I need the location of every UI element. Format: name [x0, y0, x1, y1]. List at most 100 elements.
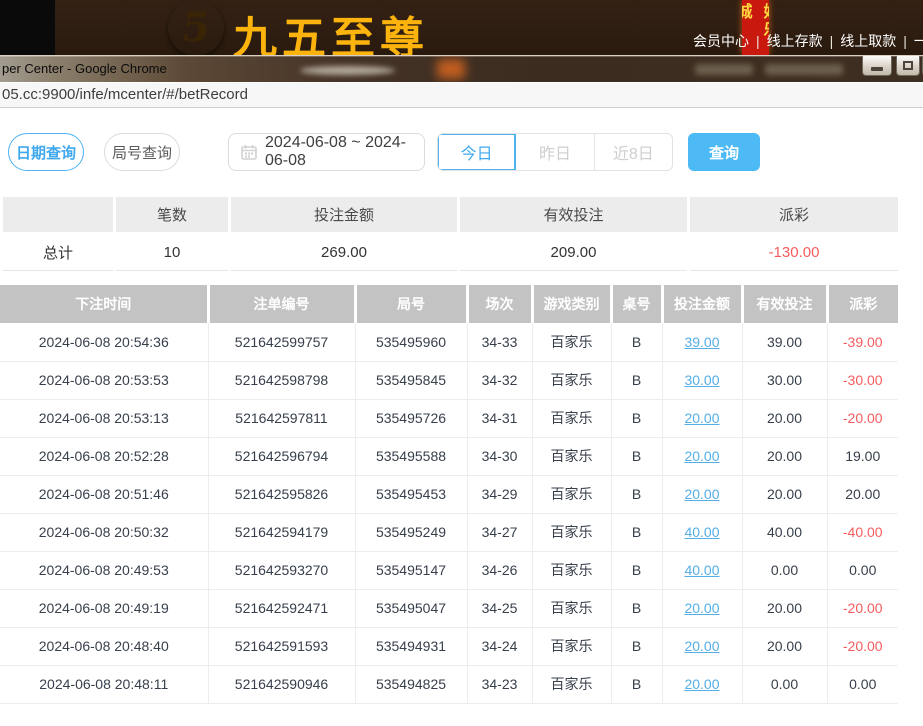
header-bet-amount: 投注金额 [662, 285, 742, 323]
cell-valid-bet: 0.00 [742, 551, 827, 589]
table-row: 2024-06-08 20:50:32 521642594179 5354952… [0, 513, 898, 551]
today-label: 今日 [461, 140, 493, 164]
cell-table-no: B [611, 627, 662, 665]
maximize-icon [903, 61, 913, 70]
nav-link[interactable]: 会员中心 [693, 33, 749, 49]
summary-header-payout: 派彩 [690, 197, 898, 232]
bet-amount-link[interactable]: 40.00 [684, 524, 719, 540]
bet-amount-link[interactable]: 30.00 [684, 372, 719, 388]
nav-link[interactable]: 线上取款 [840, 33, 896, 49]
cell-game-type: 百家乐 [532, 513, 611, 551]
cell-valid-bet: 20.00 [742, 475, 827, 513]
summary-header-row: 笔数 投注金额 有效投注 派彩 [3, 197, 898, 232]
table-row: 2024-06-08 20:53:13 521642597811 5354957… [0, 399, 898, 437]
today-button[interactable]: 今日 [438, 134, 516, 170]
nav-link[interactable]: 一键 [914, 33, 923, 49]
cell-session: 34-29 [467, 475, 532, 513]
cell-round-no: 535495147 [355, 551, 467, 589]
cell-bet-amount: 20.00 [662, 589, 742, 627]
cell-table-no: B [611, 399, 662, 437]
site-logo-text: 九五至尊 [233, 2, 429, 55]
address-bar[interactable]: 05.cc:9900/infe/mcenter/#/betRecord [0, 82, 923, 108]
cell-valid-bet: 40.00 [742, 513, 827, 551]
cell-round-no: 535495047 [355, 589, 467, 627]
bet-amount-link[interactable]: 20.00 [684, 410, 719, 426]
cell-round-no: 535494825 [355, 665, 467, 703]
cell-bet-time: 2024-06-08 20:54:36 [0, 323, 208, 361]
cell-bet-time: 2024-06-08 20:52:28 [0, 437, 208, 475]
bet-amount-link[interactable]: 20.00 [684, 638, 719, 654]
cell-payout: 0.00 [827, 665, 898, 703]
window-title: per Center - Google Chrome [2, 61, 167, 76]
redacted-account-info [695, 64, 753, 75]
date-range-picker[interactable]: 2024-06-08 ~ 2024-06-08 [228, 133, 425, 171]
yesterday-label: 昨日 [539, 140, 571, 164]
summary-count-value: 10 [116, 234, 228, 271]
cell-bet-time: 2024-06-08 20:49:53 [0, 551, 208, 589]
cell-session: 34-26 [467, 551, 532, 589]
bet-amount-link[interactable]: 20.00 [684, 600, 719, 616]
bet-amount-link[interactable]: 39.00 [684, 334, 719, 350]
summary-header-blank [3, 197, 113, 232]
header-table-no: 桌号 [611, 285, 662, 323]
bet-table-body: 2024-06-08 20:54:36 521642599757 5354959… [0, 323, 898, 703]
cell-bet-amount: 40.00 [662, 513, 742, 551]
bet-amount-link[interactable]: 40.00 [684, 562, 719, 578]
cell-session: 34-32 [467, 361, 532, 399]
maximize-button[interactable] [896, 56, 920, 76]
decorative-blob [437, 59, 465, 79]
cell-table-no: B [611, 551, 662, 589]
bet-amount-link[interactable]: 20.00 [684, 486, 719, 502]
cell-order-no: 521642594179 [208, 513, 355, 551]
cell-order-no: 521642591593 [208, 627, 355, 665]
cell-session: 34-30 [467, 437, 532, 475]
cell-table-no: B [611, 665, 662, 703]
cell-session: 34-27 [467, 513, 532, 551]
header-game-type: 游戏类别 [532, 285, 611, 323]
nav-link[interactable]: 线上存款 [767, 33, 823, 49]
table-row: 2024-06-08 20:49:53 521642593270 5354951… [0, 551, 898, 589]
date-query-label: 日期查询 [16, 142, 76, 163]
cell-game-type: 百家乐 [532, 399, 611, 437]
header-payout: 派彩 [827, 285, 898, 323]
last-8-days-button[interactable]: 近8日 [595, 134, 672, 170]
last-8-days-label: 近8日 [613, 140, 654, 164]
cell-payout: -20.00 [827, 399, 898, 437]
table-row: 2024-06-08 20:51:46 521642595826 5354954… [0, 475, 898, 513]
round-query-tab[interactable]: 局号查询 [104, 133, 180, 171]
summary-header-count: 笔数 [116, 197, 228, 232]
cell-bet-time: 2024-06-08 20:53:13 [0, 399, 208, 437]
search-button[interactable]: 查询 [688, 133, 760, 171]
cell-game-type: 百家乐 [532, 665, 611, 703]
round-query-label: 局号查询 [112, 142, 172, 163]
yesterday-button[interactable]: 昨日 [516, 134, 594, 170]
cell-bet-amount: 20.00 [662, 399, 742, 437]
cell-order-no: 521642598798 [208, 361, 355, 399]
cell-order-no: 521642592471 [208, 589, 355, 627]
cell-game-type: 百家乐 [532, 323, 611, 361]
bet-amount-link[interactable]: 20.00 [684, 448, 719, 464]
cell-table-no: B [611, 513, 662, 551]
cell-valid-bet: 20.00 [742, 437, 827, 475]
date-range-value: 2024-06-08 ~ 2024-06-08 [265, 134, 424, 170]
cell-table-no: B [611, 475, 662, 513]
cell-table-no: B [611, 589, 662, 627]
cell-bet-amount: 20.00 [662, 627, 742, 665]
cell-round-no: 535495588 [355, 437, 467, 475]
site-nav: 会员中心|线上存款|线上取款|一键 [693, 31, 923, 51]
bet-table-header-row: 下注时间 注单编号 局号 场次 游戏类别 桌号 投注金额 有效投注 派彩 [0, 285, 898, 323]
calendar-icon [241, 144, 257, 160]
cell-bet-amount: 39.00 [662, 323, 742, 361]
cell-valid-bet: 39.00 [742, 323, 827, 361]
bet-amount-link[interactable]: 20.00 [684, 676, 719, 692]
cell-valid-bet: 20.00 [742, 589, 827, 627]
redacted-account-info [765, 64, 843, 75]
quick-range-group: 今日 昨日 近8日 [437, 133, 673, 171]
date-query-tab[interactable]: 日期查询 [8, 133, 84, 171]
cell-payout: -40.00 [827, 513, 898, 551]
cell-table-no: B [611, 361, 662, 399]
table-row: 2024-06-08 20:53:53 521642598798 5354958… [0, 361, 898, 399]
cell-bet-time: 2024-06-08 20:53:53 [0, 361, 208, 399]
cell-bet-time: 2024-06-08 20:48:40 [0, 627, 208, 665]
minimize-button[interactable] [862, 56, 892, 76]
